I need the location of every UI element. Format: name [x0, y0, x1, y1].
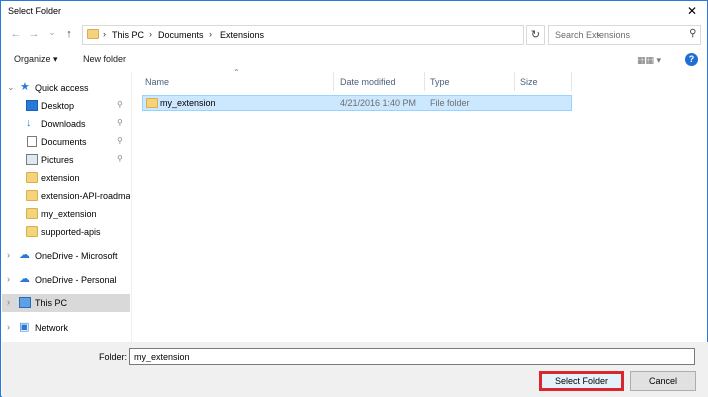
- sidebar-item-downloads[interactable]: ↓ Downloads ⚲: [2, 115, 130, 133]
- breadcrumb-documents[interactable]: Documents: [158, 30, 204, 40]
- address-bar[interactable]: › This PC › Documents › Extensions ⌄: [82, 25, 602, 45]
- sidebar-item-label: Pictures: [41, 155, 74, 165]
- select-folder-dialog: Select Folder ✕ ← → ⌄ ↑ › This PC › Docu…: [0, 0, 708, 397]
- sidebar-item-network[interactable]: › ▣ Network: [2, 319, 130, 337]
- desktop-icon: [26, 100, 38, 111]
- sort-ascending-icon: ⌃: [233, 68, 240, 77]
- sidebar-item-supported-apis[interactable]: supported-apis: [2, 223, 130, 241]
- pictures-icon: [26, 154, 38, 165]
- file-name: my_extension: [160, 98, 216, 108]
- sidebar-item-extension[interactable]: extension: [2, 169, 130, 187]
- folder-icon: [26, 190, 38, 201]
- command-toolbar: Organize ▾ New folder ▦▦ ▾ ?: [1, 48, 707, 72]
- network-icon: ▣: [19, 321, 30, 333]
- sidebar-item-label: extension-API-roadma: [41, 191, 130, 201]
- search-box[interactable]: Search Extensions ⚲: [548, 25, 701, 45]
- pin-icon: ⚲: [117, 118, 123, 127]
- chevron-right-icon[interactable]: ›: [7, 274, 10, 284]
- sidebar-item-label: Documents: [41, 137, 87, 147]
- window-title: Select Folder: [8, 6, 62, 16]
- column-header-name[interactable]: Name: [145, 77, 169, 87]
- refresh-icon[interactable]: ↻: [526, 25, 545, 45]
- search-placeholder: Search Extensions: [555, 30, 631, 40]
- folder-icon: [26, 172, 38, 183]
- close-icon[interactable]: ✕: [683, 3, 701, 20]
- chevron-right-icon[interactable]: ›: [7, 322, 10, 332]
- file-date-modified: 4/21/2016 1:40 PM: [340, 98, 417, 108]
- sidebar-item-label: supported-apis: [41, 227, 101, 237]
- pin-icon: ⚲: [117, 154, 123, 163]
- chevron-down-icon[interactable]: ⌄: [7, 82, 15, 93]
- cancel-button[interactable]: Cancel: [630, 371, 696, 391]
- sidebar-item-quick-access[interactable]: ⌄ ★ Quick access: [2, 79, 130, 97]
- sidebar-item-label: Quick access: [35, 83, 89, 93]
- title-bar: Select Folder ✕: [1, 1, 707, 23]
- document-icon: [27, 136, 37, 147]
- breadcrumb-separator[interactable]: ›: [149, 29, 152, 39]
- breadcrumb-separator: ›: [103, 29, 106, 39]
- sidebar-item-label: Network: [35, 323, 69, 333]
- sidebar-item-desktop[interactable]: Desktop ⚲: [2, 97, 130, 115]
- column-divider[interactable]: [333, 72, 334, 91]
- up-arrow-icon[interactable]: ↑: [61, 26, 77, 42]
- sidebar-item-label: OneDrive - Personal: [35, 275, 117, 285]
- folder-label: Folder:: [99, 352, 128, 362]
- column-header-date-modified[interactable]: Date modified: [340, 77, 396, 87]
- back-arrow-icon[interactable]: ←: [8, 26, 24, 42]
- file-type: File folder: [430, 98, 470, 108]
- folder-name-input[interactable]: [129, 348, 695, 365]
- select-folder-button[interactable]: Select Folder: [539, 371, 624, 391]
- help-icon[interactable]: ?: [685, 53, 698, 66]
- pin-icon: ⚲: [117, 100, 123, 109]
- pane-divider[interactable]: [131, 72, 132, 342]
- folder-icon: [26, 208, 38, 219]
- new-folder-button[interactable]: New folder: [83, 54, 126, 64]
- chevron-right-icon[interactable]: ›: [7, 297, 10, 307]
- organize-button[interactable]: Organize ▾: [14, 54, 58, 65]
- chevron-right-icon[interactable]: ›: [7, 250, 10, 260]
- sidebar-item-this-pc[interactable]: › This PC: [2, 294, 130, 312]
- recent-locations-icon[interactable]: ⌄: [44, 24, 60, 40]
- sidebar-item-label: Desktop: [41, 101, 75, 111]
- column-divider[interactable]: [424, 72, 425, 91]
- breadcrumb-this-pc[interactable]: This PC: [112, 30, 144, 40]
- sidebar-item-onedrive-personal[interactable]: › ☁ OneDrive - Personal: [2, 271, 130, 289]
- sidebar-item-onedrive-microsoft[interactable]: › ☁ OneDrive - Microsoft: [2, 247, 130, 265]
- folder-icon: [26, 226, 38, 237]
- search-icon: ⚲: [688, 28, 696, 39]
- sidebar-item-label: my_extension: [41, 209, 97, 219]
- breadcrumb-separator[interactable]: ›: [209, 29, 212, 39]
- computer-icon: [19, 297, 31, 308]
- folder-icon: [146, 98, 158, 108]
- dialog-footer: Folder: Select Folder Cancel: [2, 342, 708, 397]
- table-row[interactable]: my_extension 4/21/2016 1:40 PM File fold…: [142, 95, 572, 111]
- folder-icon: [87, 29, 99, 39]
- navigation-pane: ⌄ ★ Quick access Desktop ⚲ ↓ Downloads ⚲…: [2, 72, 132, 342]
- sidebar-item-pictures[interactable]: Pictures ⚲: [2, 151, 130, 169]
- pin-icon: ⚲: [117, 136, 123, 145]
- sidebar-item-label: Downloads: [41, 119, 86, 129]
- sidebar-item-my-extension[interactable]: my_extension: [2, 205, 130, 223]
- view-options-icon[interactable]: ▦▦ ▾: [637, 55, 661, 66]
- file-list: ⌃ Name Date modified Type Size my_extens…: [133, 68, 707, 342]
- column-header-size[interactable]: Size: [520, 77, 538, 87]
- download-icon: ↓: [26, 117, 32, 129]
- sidebar-item-documents[interactable]: Documents ⚲: [2, 133, 130, 151]
- onedrive-icon: ☁: [19, 249, 30, 261]
- sidebar-item-label: This PC: [35, 298, 68, 308]
- sidebar-item-label: extension: [41, 173, 80, 183]
- column-divider[interactable]: [571, 72, 572, 91]
- sidebar-item-extension-api-roadmap[interactable]: extension-API-roadma: [2, 187, 130, 205]
- star-icon: ★: [20, 81, 30, 93]
- column-divider[interactable]: [514, 72, 515, 91]
- breadcrumb-extensions[interactable]: Extensions: [220, 30, 264, 40]
- onedrive-icon: ☁: [19, 273, 30, 285]
- column-header-type[interactable]: Type: [430, 77, 450, 87]
- sidebar-item-label: OneDrive - Microsoft: [35, 251, 118, 261]
- forward-arrow-icon[interactable]: →: [26, 26, 42, 42]
